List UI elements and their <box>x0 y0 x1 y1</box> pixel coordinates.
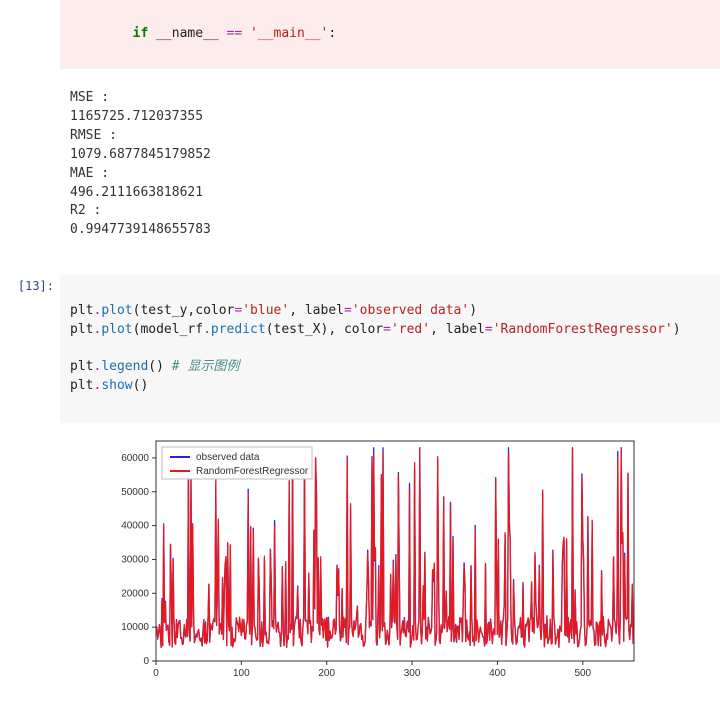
stdout-line: 0.9947739148655783 <box>70 222 211 237</box>
svg-text:50000: 50000 <box>121 487 149 498</box>
svg-text:20000: 20000 <box>121 588 149 599</box>
stdout-line: RMSE : <box>70 128 117 143</box>
prompt-empty: . <box>0 0 60 267</box>
svg-text:observed data: observed data <box>196 452 260 463</box>
svg-text:RandomForestRegressor: RandomForestRegressor <box>196 466 309 477</box>
stdout-line: MAE : <box>70 166 109 181</box>
svg-text:300: 300 <box>404 668 421 679</box>
warning-context-line: if __name__ == '__main__': <box>60 0 720 69</box>
svg-text:0: 0 <box>143 656 149 667</box>
code-cell-13: [13]: plt.plot(test_y,color='blue', labe… <box>0 275 720 693</box>
stdout-line: R2 : <box>70 203 101 218</box>
line-chart: 0 10000 20000 30000 40000 50000 60000 0 100 200 30… <box>104 429 644 689</box>
svg-text:10000: 10000 <box>121 622 149 633</box>
stdout-line: MSE : <box>70 90 109 105</box>
stdout-metrics: MSE : 1165725.712037355 RMSE : 1079.6877… <box>60 69 720 267</box>
svg-text:500: 500 <box>574 668 591 679</box>
output-body-top: if __name__ == '__main__': MSE : 1165725… <box>60 0 720 267</box>
svg-text:400: 400 <box>489 668 506 679</box>
stdout-line: 1079.6877845179852 <box>70 147 211 162</box>
svg-text:30000: 30000 <box>121 554 149 565</box>
svg-text:40000: 40000 <box>121 520 149 531</box>
code-editor[interactable]: plt.plot(test_y,color='blue', label='obs… <box>60 275 720 423</box>
stdout-line: 1165725.712037355 <box>70 109 203 124</box>
svg-text:0: 0 <box>153 668 159 679</box>
output-cell-top: . if __name__ == '__main__': MSE : 11657… <box>0 0 720 267</box>
chart-output: 0 10000 20000 30000 40000 50000 60000 0 100 200 30… <box>60 423 720 693</box>
stdout-line: 496.2111663818621 <box>70 185 203 200</box>
code-body: plt.plot(test_y,color='blue', label='obs… <box>60 275 720 693</box>
svg-text:60000: 60000 <box>121 453 149 464</box>
svg-text:200: 200 <box>318 668 335 679</box>
svg-text:100: 100 <box>233 668 250 679</box>
input-prompt: [13]: <box>0 275 60 693</box>
